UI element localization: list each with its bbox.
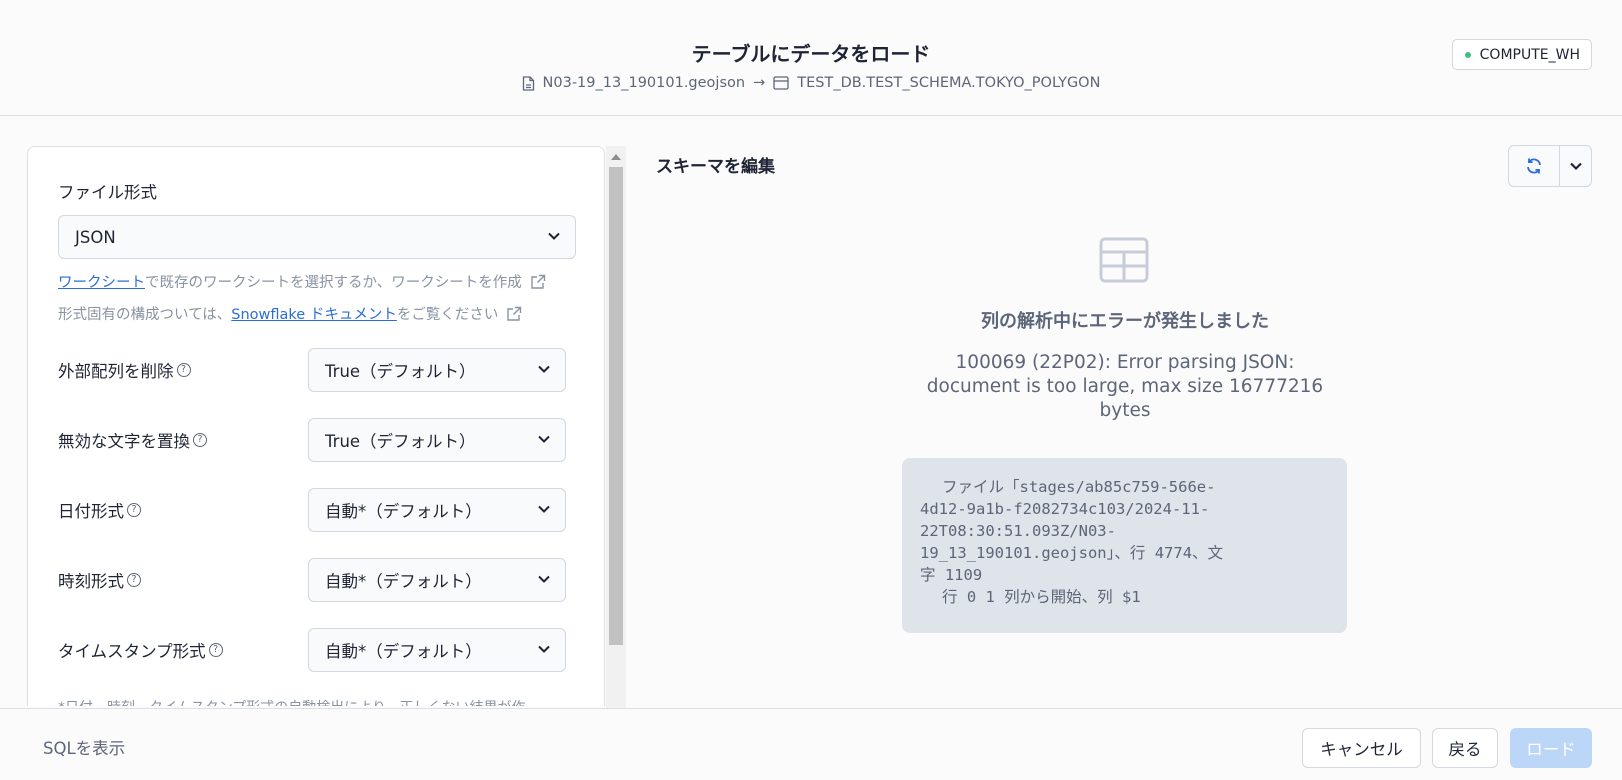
replace-invalid-chars-select[interactable]: True（デフォルト） (308, 418, 566, 462)
error-detail-line: 字 1109 (920, 566, 983, 584)
docs-hint: 形式固有の構成ついては、 Snowflake ドキュメント をご覧ください (58, 303, 522, 324)
status-dot-icon (1464, 51, 1471, 58)
help-icon[interactable]: ? (127, 573, 141, 587)
date-format-select[interactable]: 自動*（デフォルト） (308, 488, 566, 532)
refresh-button[interactable] (1509, 146, 1561, 186)
auto-detect-footnote: *日付、時刻、タイムスタンプ形式の自動検出により、正しくない結果が作 (58, 697, 525, 706)
time-format-select[interactable]: 自動*（デフォルト） (308, 558, 566, 602)
schema-edit-title: スキーマを編集 (656, 157, 775, 177)
warehouse-name: COMPUTE_WH (1479, 46, 1580, 63)
back-button[interactable]: 戻る (1432, 728, 1498, 768)
dialog-header: テーブルにデータをロード N03-19_13_190101.geojson → … (0, 0, 1622, 116)
warehouse-selector[interactable]: COMPUTE_WH (1451, 39, 1592, 70)
error-detail-line: 19_13_190101.geojson」、行 4774、文 (920, 544, 1224, 562)
timestamp-format-select[interactable]: 自動*（デフォルト） (308, 628, 566, 672)
timestamp-format-label: タイムスタンプ形式 ? (58, 638, 223, 662)
file-format-panel: ファイル形式 JSON ワークシート で既存のワークシートを選択するか、ワークシ… (27, 146, 605, 706)
worksheet-hint: ワークシート で既存のワークシートを選択するか、ワークシートを作成 (58, 271, 546, 292)
file-icon (522, 75, 535, 91)
dialog-footer: SQLを表示 キャンセル 戻る ロード (0, 708, 1622, 780)
file-format-select[interactable]: JSON (58, 215, 576, 259)
help-icon[interactable]: ? (127, 503, 141, 517)
external-link-icon[interactable] (506, 306, 522, 322)
strip-outer-array-select[interactable]: True（デフォルト） (308, 348, 566, 392)
help-icon[interactable]: ? (208, 643, 223, 657)
chevron-down-icon (538, 505, 550, 513)
strip-outer-array-label: 外部配列を削除 ? (58, 358, 191, 382)
scroll-up-arrow-icon[interactable] (611, 154, 621, 160)
scroll-thumb[interactable] (609, 167, 623, 645)
load-button[interactable]: ロード (1510, 728, 1592, 768)
cancel-button[interactable]: キャンセル (1302, 728, 1421, 768)
error-message: 100069 (22P02): Error parsing JSON: docu… (926, 352, 1324, 421)
arrow-right-icon: → (753, 75, 766, 91)
table-small-icon (773, 76, 789, 90)
help-icon[interactable]: ? (176, 363, 191, 377)
dialog-title: テーブルにデータをロード (691, 42, 931, 66)
error-title: 列の解析中にエラーが発生しました (981, 311, 1269, 332)
target-table-name: TEST_DB.TEST_SCHEMA.TOKYO_POLYGON (797, 75, 1101, 91)
time-format-label: 時刻形式 ? (58, 568, 141, 592)
chevron-down-icon (538, 645, 550, 653)
chevron-down-icon (538, 435, 550, 443)
error-detail-line: 行 0 1 列から開始、列 $1 (942, 588, 1141, 606)
source-file-name: N03-19_13_190101.geojson (542, 75, 746, 91)
date-format-label: 日付形式 ? (58, 498, 141, 522)
worksheet-link[interactable]: ワークシート (58, 271, 145, 292)
left-panel-scrollbar[interactable] (606, 146, 626, 708)
replace-invalid-chars-label: 無効な文字を置換 ? (58, 428, 207, 452)
chevron-down-icon (548, 232, 560, 240)
chevron-down-icon (1569, 162, 1582, 171)
error-detail-line: ファイル「stages/ab85c759-566e- (942, 478, 1216, 496)
table-placeholder-icon (1099, 237, 1149, 287)
error-detail-box: ファイル「stages/ab85c759-566e- 4d12-9a1b-f20… (902, 458, 1347, 633)
chevron-down-icon (538, 575, 550, 583)
error-detail-line: 22T08:30:51.093Z/N03- (920, 522, 1116, 540)
help-icon[interactable]: ? (193, 433, 207, 447)
schema-actions (1508, 145, 1592, 187)
chevron-down-icon (538, 365, 550, 373)
load-path: N03-19_13_190101.geojson → TEST_DB.TEST_… (0, 75, 1622, 91)
error-detail-line: 4d12-9a1b-f2082734c103/2024-11- (920, 500, 1210, 518)
file-format-label: ファイル形式 (58, 183, 157, 202)
refresh-icon (1527, 158, 1542, 174)
snowflake-docs-link[interactable]: Snowflake ドキュメント (231, 303, 397, 324)
schema-options-dropdown[interactable] (1560, 146, 1591, 186)
external-link-icon[interactable] (530, 274, 546, 290)
show-sql-button[interactable]: SQLを表示 (43, 735, 125, 759)
